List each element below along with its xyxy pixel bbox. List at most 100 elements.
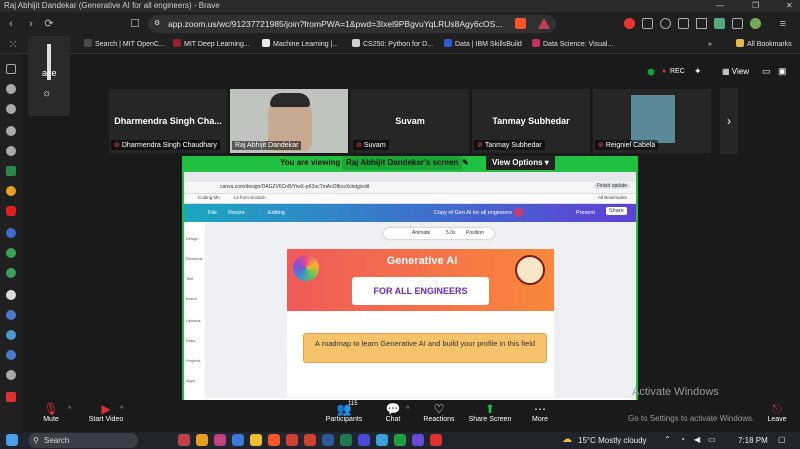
participant-tile-active-speaker[interactable]: Raj Abhijit Dandekar — [229, 88, 349, 154]
extensions-puzzle-icon[interactable] — [678, 18, 689, 29]
forward-icon[interactable]: › — [24, 17, 38, 31]
taskbar-app-icon[interactable] — [304, 434, 316, 446]
menu-icon[interactable]: ≡ — [776, 17, 790, 31]
youtube-icon[interactable] — [6, 206, 16, 216]
extension-icon[interactable] — [642, 18, 653, 29]
sidebar-toggle-icon[interactable] — [696, 18, 707, 29]
volume-icon[interactable]: ◀ — [694, 435, 700, 444]
back-icon[interactable]: ‹ — [4, 17, 18, 31]
taskbar-search[interactable]: ⚲ Search — [28, 433, 138, 448]
sidebar-app-icon[interactable] — [6, 126, 16, 136]
brave-rewards-icon[interactable] — [538, 18, 550, 29]
taskbar-app-icon[interactable] — [358, 434, 370, 446]
notification-icon[interactable]: ▢ — [778, 435, 786, 444]
taskbar-app-icon[interactable] — [196, 434, 208, 446]
clock-time[interactable]: 7:18 PM — [738, 436, 768, 445]
view-options-button[interactable]: View Options ▾ — [486, 156, 555, 170]
sidebar-app-icon[interactable] — [6, 268, 16, 278]
participant-tile[interactable]: Suvam ⊘ Suvam — [350, 88, 470, 154]
taskbar-app-icon[interactable] — [178, 434, 190, 446]
bookmarks-overflow-icon[interactable]: » — [708, 39, 712, 51]
apps-grid-icon[interactable]: ⁙ — [6, 38, 20, 52]
sidebar-app-icon[interactable] — [6, 104, 16, 114]
sidebar-app-icon[interactable] — [6, 310, 16, 320]
close-window-button[interactable]: ✕ — [786, 0, 793, 12]
bookmark-item[interactable]: Search | MIT OpenC... — [84, 39, 165, 51]
participant-tile[interactable]: Tanmay Subhedar ⊘ Tanmay Subhedar — [471, 88, 591, 154]
taskbar-app-icon[interactable] — [232, 434, 244, 446]
reload-icon[interactable]: ⟳ — [42, 17, 56, 31]
reactions-button[interactable]: ♡ Reactions — [420, 402, 458, 423]
taskbar-word-icon[interactable] — [322, 434, 334, 446]
reaction-icon[interactable]: ✦ — [694, 66, 702, 77]
taskbar-app-icon[interactable] — [376, 434, 388, 446]
next-participants-arrow[interactable]: › — [720, 88, 738, 154]
participants-button[interactable]: 👥 Participants — [324, 402, 364, 423]
microphone-muted-icon: 🎙 — [43, 402, 59, 416]
bookmark-item[interactable]: Data Science: Visual... — [532, 39, 613, 51]
annotate-icon[interactable]: ✎ — [462, 156, 469, 170]
taskbar-app-icon[interactable] — [214, 434, 226, 446]
participant-tile[interactable]: Dharmendra Singh Cha... ⊘ Dharmendra Sing… — [108, 88, 228, 154]
restore-button[interactable]: ❐ — [752, 0, 759, 12]
recording-extension-icon[interactable] — [624, 18, 635, 29]
sidebar-app-icon[interactable] — [6, 146, 16, 156]
slide: Generative AI FOR ALL ENGINEERS A roadma… — [287, 249, 554, 397]
sidebar-panel-icon[interactable] — [6, 64, 16, 74]
bookmark-item[interactable]: Data | IBM SkillsBuild — [444, 39, 522, 51]
video-options-caret[interactable]: ^ — [120, 406, 123, 413]
sidebar-app-icon[interactable] — [6, 370, 16, 380]
participant-tile[interactable]: ⊘ Reigniel Cabela — [592, 88, 712, 154]
taskbar-app-icon[interactable] — [394, 434, 406, 446]
fullscreen-icon[interactable]: ▣ — [778, 66, 787, 77]
sidebar-app-icon[interactable] — [6, 290, 16, 300]
taskbar-app-icon[interactable] — [286, 434, 298, 446]
brave-shields-icon[interactable] — [515, 18, 526, 29]
more-button[interactable]: ⋯ More — [526, 402, 554, 423]
bookmark-item[interactable]: CS250: Python for D... — [352, 39, 433, 51]
mute-options-caret[interactable]: ^ — [68, 406, 71, 413]
extension-icon[interactable] — [660, 18, 671, 29]
sidebar-app-icon[interactable] — [6, 330, 16, 340]
mute-button[interactable]: 🎙 Mute — [36, 402, 66, 423]
canva-header: File Resize Editing Copy of Gen AI for a… — [184, 204, 636, 222]
windows-start-icon[interactable] — [6, 434, 18, 446]
address-bar[interactable]: ⚙ app.zoom.us/wc/91237721985/join?fromPW… — [148, 15, 556, 33]
browser-toolbar: ‹ › ⟳ ☐ ⚙ app.zoom.us/wc/91237721985/joi… — [0, 12, 800, 36]
battery-icon[interactable]: ▭ — [708, 435, 716, 444]
chat-button[interactable]: 💬 Chat — [378, 402, 408, 423]
participant-label: ⊘ Suvam — [353, 140, 389, 150]
sidebar-app-icon[interactable] — [6, 350, 16, 360]
taskbar-app-icon[interactable] — [412, 434, 424, 446]
minimize-view-icon[interactable]: ▭ — [762, 66, 771, 77]
sidebar-app-icon[interactable] — [6, 228, 16, 238]
sidebar-app-icon[interactable] — [6, 248, 16, 258]
taskbar-folder-icon[interactable] — [250, 434, 262, 446]
sidebar-app-icon[interactable] — [6, 186, 16, 196]
sidebar-app-icon[interactable] — [6, 166, 16, 176]
all-bookmarks-folder[interactable]: All Bookmarks — [736, 39, 792, 51]
download-icon[interactable] — [732, 18, 743, 29]
sidebar-app-icon[interactable] — [6, 84, 16, 94]
leave-button[interactable]: ⎋ Leave — [762, 402, 792, 423]
share-screen-button[interactable]: ⬆ Share Screen — [466, 402, 514, 423]
weather-text[interactable]: 15°C Mostly cloudy — [578, 436, 647, 445]
tray-chevron-icon[interactable]: ⌃ — [664, 435, 671, 444]
minimize-button[interactable]: — — [716, 0, 724, 12]
taskbar-app-icon[interactable] — [340, 434, 352, 446]
canva-tool: Text — [186, 276, 194, 281]
participant-name: Suvam — [395, 116, 425, 126]
sidebar-app-icon[interactable] — [6, 392, 16, 402]
bookmark-item[interactable]: MIT Deep Learning... — [173, 39, 250, 51]
canva-tool: Draw — [186, 338, 196, 343]
taskbar-app-icon[interactable] — [430, 434, 442, 446]
bookmark-star-icon[interactable]: ☐ — [128, 17, 142, 31]
site-settings-icon[interactable]: ⚙ — [154, 15, 160, 33]
taskbar-brave-icon[interactable] — [268, 434, 280, 446]
shared-all-bookmarks: All Bookmarks — [598, 195, 627, 200]
bookmark-item[interactable]: Machine Learning |... — [262, 39, 338, 51]
profile-avatar[interactable] — [750, 18, 761, 29]
wallet-icon[interactable] — [714, 18, 725, 29]
wifi-icon[interactable]: ◔ — [680, 435, 685, 444]
view-button[interactable]: ▦ View — [722, 67, 749, 76]
